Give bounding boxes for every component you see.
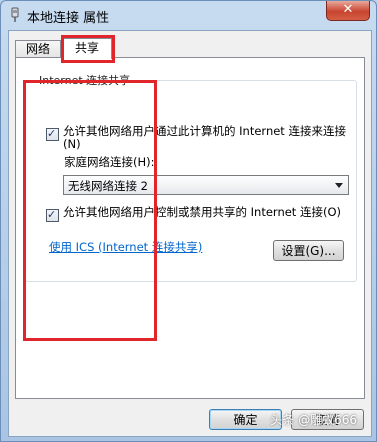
allow-connect-checkbox[interactable]: ✓ <box>46 127 59 141</box>
ics-help-link[interactable]: 使用 ICS (Internet 连接共享) <box>49 239 202 255</box>
ics-group-title: Internet 连接共享 <box>36 72 134 88</box>
properties-window: 本地连接 属性 ✕ 网络 共享 Internet 连接共享 ✓ 允许其他网络用户… <box>0 0 377 442</box>
allow-connect-label[interactable]: 允许其他网络用户通过此计算机的 Internet 连接来连接(N) <box>63 125 353 151</box>
dialog-client-area: 网络 共享 Internet 连接共享 ✓ 允许其他网络用户通过此计算机的 In… <box>8 30 372 437</box>
home-network-select[interactable]: 无线网络连接 2 <box>63 175 349 195</box>
home-network-value: 无线网络连接 2 <box>68 179 148 193</box>
network-adapter-icon <box>11 7 19 22</box>
checkmark-icon: ✓ <box>47 127 57 140</box>
settings-button[interactable]: 设置(G)... <box>273 240 344 261</box>
tab-network[interactable]: 网络 <box>15 40 61 58</box>
home-network-label: 家庭网络连接(H): <box>64 155 155 169</box>
checkmark-icon: ✓ <box>47 208 57 221</box>
close-button[interactable]: ✕ <box>326 1 370 21</box>
chevron-down-icon <box>335 183 343 188</box>
title-bar[interactable]: 本地连接 属性 ✕ <box>1 1 376 29</box>
allow-control-checkbox[interactable]: ✓ <box>46 208 59 222</box>
allow-control-label[interactable]: 允许其他网络用户控制或禁用共享的 Internet 连接(O) <box>63 206 359 219</box>
sharing-tab-page: Internet 连接共享 ✓ 允许其他网络用户通过此计算机的 Internet… <box>15 57 365 399</box>
window-title: 本地连接 属性 <box>27 11 110 26</box>
tab-sharing[interactable]: 共享 <box>62 38 112 59</box>
watermark: 头条 @雕蚁666 <box>270 413 357 427</box>
